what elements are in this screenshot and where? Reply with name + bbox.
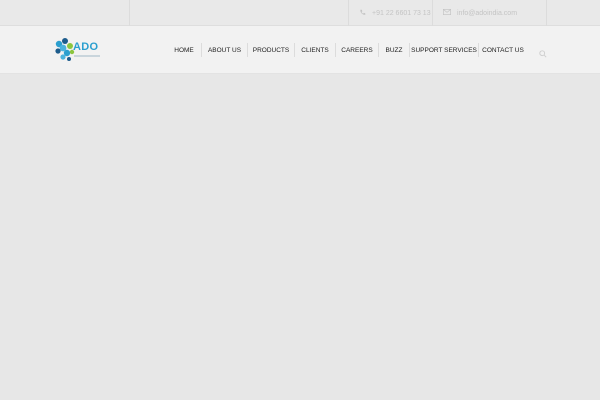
- nav-item-about-us[interactable]: ABOUT US: [202, 26, 247, 74]
- nav-item-home[interactable]: HOME: [167, 26, 201, 74]
- top-bar-divider: [432, 0, 433, 26]
- main-nav: HOME ABOUT US PRODUCTS CLIENTS CAREERS B…: [167, 26, 527, 74]
- nav-item-contact-us[interactable]: CONTACT US: [479, 26, 527, 74]
- logo[interactable]: ADO: [54, 36, 104, 64]
- email-address: info@adoindia.com: [457, 9, 518, 17]
- nav-item-support-services[interactable]: SUPPORT SERVICES: [410, 26, 478, 74]
- phone-number: +91 22 6601 73 13: [372, 9, 431, 17]
- logo-text: ADO: [73, 41, 99, 53]
- email-contact[interactable]: info@adoindia.com: [443, 0, 517, 26]
- nav-item-buzz[interactable]: BUZZ: [379, 26, 409, 74]
- nav-item-careers[interactable]: CAREERS: [336, 26, 378, 74]
- top-bar-divider: [348, 0, 349, 26]
- top-bar-divider: [129, 0, 130, 26]
- main-header: ADO HOME ABOUT US PRODUCTS CLIENTS CAREE…: [0, 26, 600, 74]
- nav-item-clients[interactable]: CLIENTS: [295, 26, 335, 74]
- phone-contact[interactable]: +91 22 6601 73 13: [359, 0, 431, 26]
- top-bar: +91 22 6601 73 13 info@adoindia.com: [0, 0, 600, 26]
- logo-tagline: [74, 55, 100, 57]
- phone-icon: [359, 9, 372, 18]
- envelope-icon: [443, 9, 457, 17]
- nav-item-products[interactable]: PRODUCTS: [248, 26, 294, 74]
- search-icon[interactable]: [539, 45, 549, 58]
- top-bar-divider: [546, 0, 547, 26]
